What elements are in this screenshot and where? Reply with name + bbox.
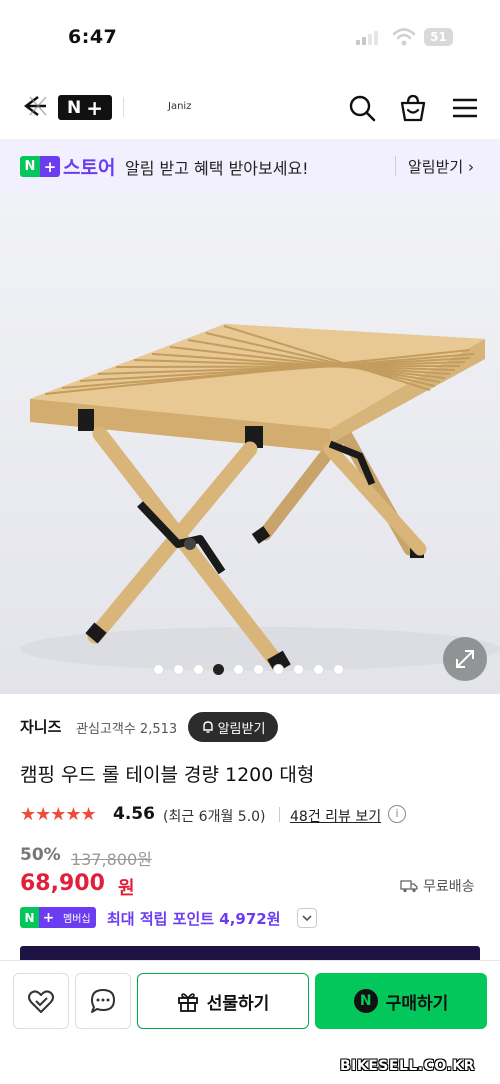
status-bar: 6:47 51 <box>0 0 500 75</box>
chevron-down-icon <box>302 915 312 922</box>
top-navigation: N + Janiz <box>0 75 500 139</box>
product-title: 캠핑 우드 롤 테이블 경량 1200 대형 <box>20 764 315 786</box>
sale-price-unit: 원 <box>118 878 135 899</box>
info-icon[interactable]: i <box>388 805 406 823</box>
search-icon[interactable] <box>347 93 377 123</box>
carousel-dot[interactable] <box>213 664 224 675</box>
bell-plus-icon <box>202 721 213 733</box>
buy-label: 구매하기 <box>385 993 449 1014</box>
banner-message: 알림 받고 혜택 받아보세요! <box>125 159 309 178</box>
wishlist-button[interactable] <box>13 973 69 1029</box>
heart-check-icon <box>28 990 54 1013</box>
banner-alert-link[interactable]: 알림받기 › <box>408 156 474 177</box>
carousel-dot[interactable] <box>153 664 164 675</box>
watermark: BIKESELL.CO.KR <box>340 1058 475 1074</box>
naver-plus-logo[interactable]: N + <box>58 95 112 120</box>
membership-badge: N + 멤버십 <box>20 907 96 928</box>
carousel-dot[interactable] <box>193 664 204 675</box>
review-link[interactable]: 48건 리뷰 보기 <box>290 806 381 826</box>
shipping-label: 무료배송 <box>423 879 475 895</box>
gift-icon <box>177 993 198 1012</box>
carousel-dot[interactable] <box>313 664 324 675</box>
rating-value: 4.56 <box>113 804 155 824</box>
rating-recent: (최근 6개월 5.0) <box>163 809 266 825</box>
sale-price: 68,900 <box>20 871 105 896</box>
carousel-dot[interactable] <box>173 664 184 675</box>
status-time: 6:47 <box>68 26 118 48</box>
back-arrow-icon[interactable] <box>18 89 50 123</box>
product-image-carousel[interactable] <box>0 194 500 694</box>
points-text: 최대 적립 포인트 4,972원 <box>107 910 281 928</box>
rating-row: ★★★★★ 4.56 (최근 6개월 5.0) 48건 리뷰 보기 i <box>20 802 490 826</box>
promo-strip <box>20 946 480 960</box>
product-image-wood-table <box>20 324 500 674</box>
naver-pay-badge: N <box>353 989 378 1013</box>
logo-n: N <box>67 97 82 118</box>
shopping-bag-icon[interactable] <box>398 93 428 123</box>
carousel-dot[interactable] <box>273 664 284 675</box>
buy-button[interactable]: N 구매하기 <box>315 973 487 1029</box>
expand-image-button[interactable] <box>443 637 487 681</box>
gift-button[interactable]: 선물하기 <box>137 973 309 1029</box>
member-badge-plus: + <box>39 907 58 928</box>
logo-plus: + <box>86 95 103 120</box>
nav-divider <box>123 97 124 117</box>
naver-plus-badge: N + <box>20 156 60 177</box>
member-badge-text: 멤버십 <box>58 907 96 928</box>
badge-plus: + <box>40 156 60 177</box>
original-price: 137,800원 <box>71 850 152 869</box>
store-alert-banner[interactable]: N + 스토어 알림 받고 혜택 받아보세요! 알림받기 › <box>0 139 500 194</box>
battery-indicator: 51 <box>424 28 453 46</box>
carousel-dot[interactable] <box>233 664 244 675</box>
shipping-info: 무료배송 <box>400 876 475 896</box>
hamburger-menu-icon[interactable] <box>450 93 480 123</box>
banner-divider <box>395 156 396 176</box>
seller-alert-label: 알림받기 <box>217 721 266 737</box>
points-expand-button[interactable] <box>297 908 317 928</box>
badge-n: N <box>20 156 40 177</box>
wifi-icon <box>393 28 415 46</box>
seller-info: 자니즈 관심고객수 2,513 알림받기 <box>20 712 480 742</box>
cellular-signal-icon <box>356 31 378 45</box>
gift-label: 선물하기 <box>206 993 270 1014</box>
truck-icon <box>400 880 418 893</box>
carousel-dot[interactable] <box>333 664 344 675</box>
carousel-dot[interactable] <box>293 664 304 675</box>
membership-points[interactable]: N + 멤버십 최대 적립 포인트 4,972원 <box>20 907 480 929</box>
banner-store-label: 스토어 <box>63 157 116 179</box>
store-name[interactable]: Janiz <box>168 101 191 112</box>
expand-icon <box>456 650 474 668</box>
rating-divider <box>279 807 280 822</box>
member-badge-n: N <box>20 907 39 928</box>
seller-followers: 관심고객수 2,513 <box>76 722 178 737</box>
seller-name[interactable]: 자니즈 <box>20 716 61 737</box>
star-rating-icon: ★★★★★ <box>20 804 97 825</box>
carousel-indicator <box>153 664 344 675</box>
chat-bubble-icon <box>91 989 115 1013</box>
seller-alert-button[interactable]: 알림받기 <box>188 712 278 742</box>
chat-button[interactable] <box>75 973 131 1029</box>
discount-rate: 50% <box>20 845 61 865</box>
carousel-dot[interactable] <box>253 664 264 675</box>
